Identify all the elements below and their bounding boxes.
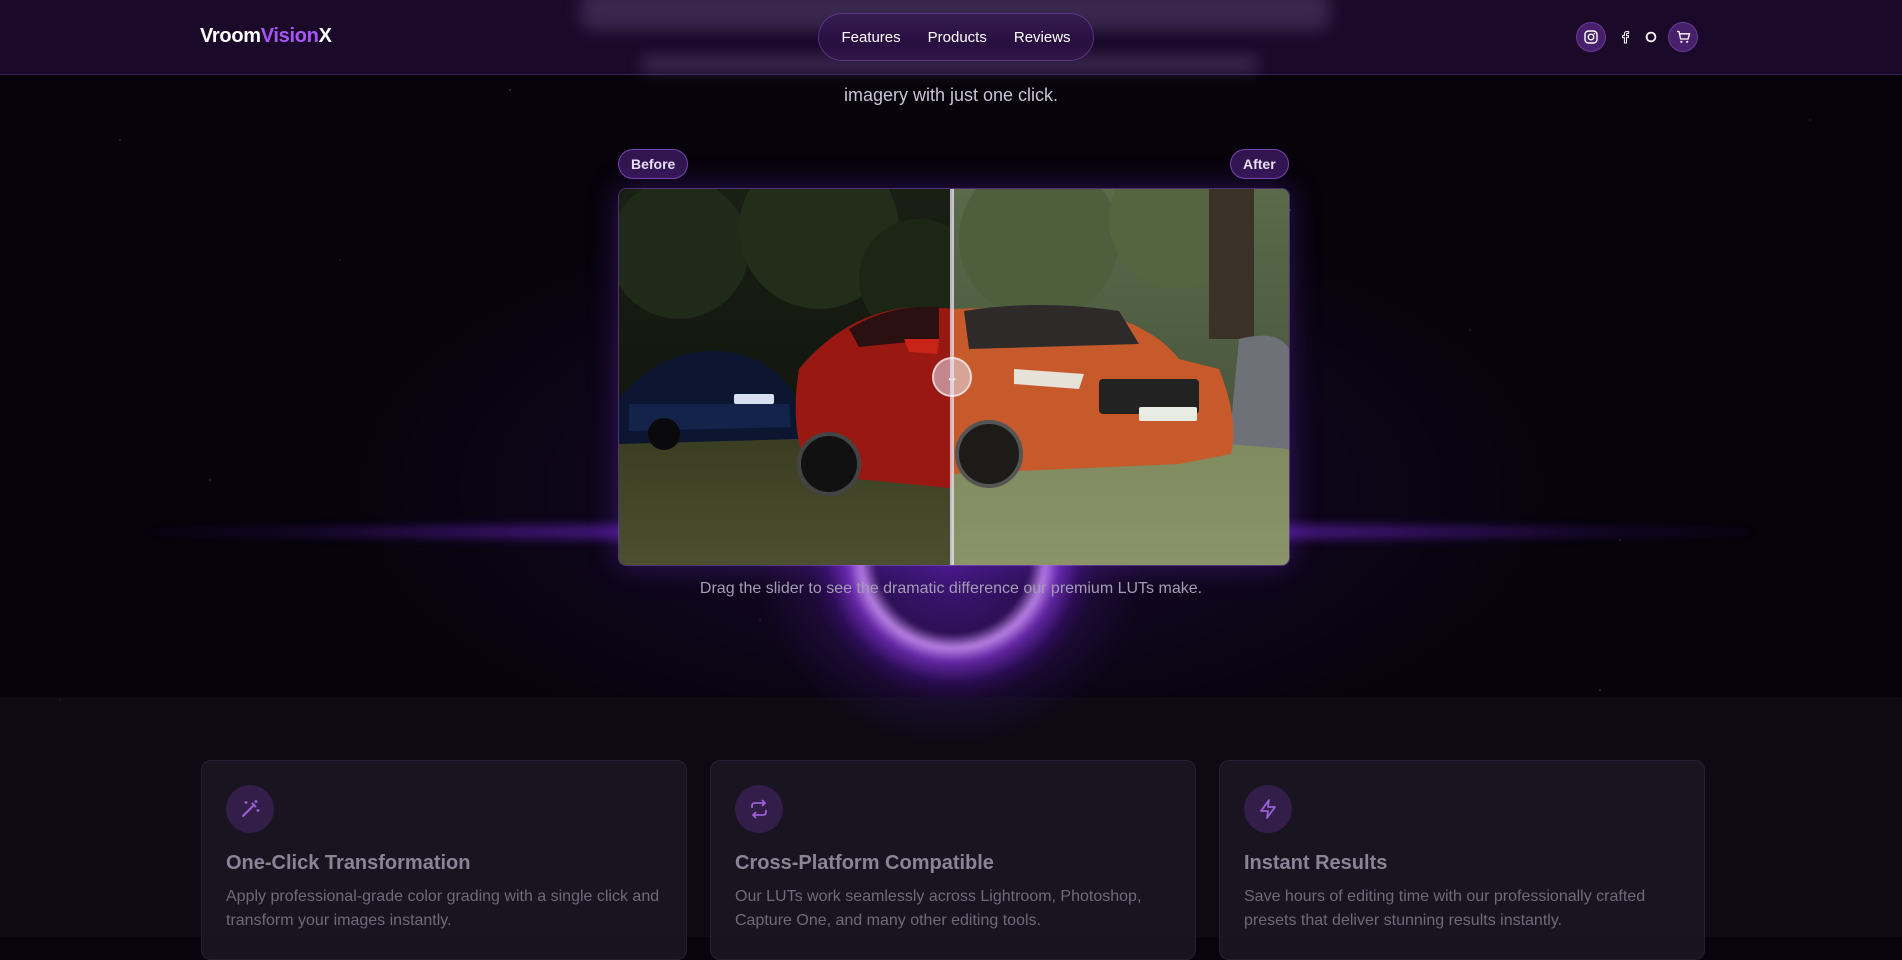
- main-nav: Features Products Reviews: [818, 13, 1094, 61]
- slider-caption: Drag the slider to see the dramatic diff…: [699, 580, 1203, 597]
- repeat-icon: [735, 785, 783, 833]
- feature-card: One-Click Transformation Apply professio…: [201, 760, 687, 960]
- feature-title: Instant Results: [1244, 852, 1388, 874]
- nav-features[interactable]: Features: [841, 29, 900, 46]
- brand-part-2: Vision: [260, 25, 319, 47]
- feature-text: Save hours of editing time with our prof…: [1244, 888, 1646, 929]
- header-icons: [1576, 22, 1698, 52]
- feature-text: Our LUTs work seamlessly across Lightroo…: [735, 888, 1142, 929]
- nav-reviews[interactable]: Reviews: [1014, 29, 1071, 46]
- feature-card: Instant Results Save hours of editing ti…: [1219, 760, 1705, 960]
- instagram-icon[interactable]: [1576, 22, 1606, 52]
- magic-wand-icon: [226, 785, 274, 833]
- feature-title: Cross-Platform Compatible: [735, 852, 994, 874]
- feature-card: Cross-Platform Compatible Our LUTs work …: [710, 760, 1196, 960]
- after-image: [952, 189, 1289, 565]
- after-label: After: [1230, 149, 1289, 179]
- threads-icon[interactable]: [1636, 22, 1666, 52]
- slider-handle[interactable]: ↔: [932, 357, 972, 397]
- feature-text: Apply professional-grade color grading w…: [226, 888, 660, 929]
- lightning-icon: [1244, 785, 1292, 833]
- hero-subline: imagery with just one click.: [843, 85, 1059, 105]
- before-label: Before: [618, 149, 689, 179]
- before-after-slider[interactable]: ↔: [618, 188, 1290, 566]
- feature-title: One-Click Transformation: [226, 852, 471, 874]
- brand-part-1: Vroom: [200, 25, 261, 47]
- nav-products[interactable]: Products: [928, 29, 987, 46]
- before-image: [619, 189, 952, 565]
- site-header: VroomVisionX Features Products Reviews: [0, 0, 1902, 75]
- brand-logo[interactable]: VroomVisionX: [200, 25, 332, 48]
- brand-part-3: X: [318, 25, 332, 47]
- cart-icon[interactable]: [1668, 22, 1698, 52]
